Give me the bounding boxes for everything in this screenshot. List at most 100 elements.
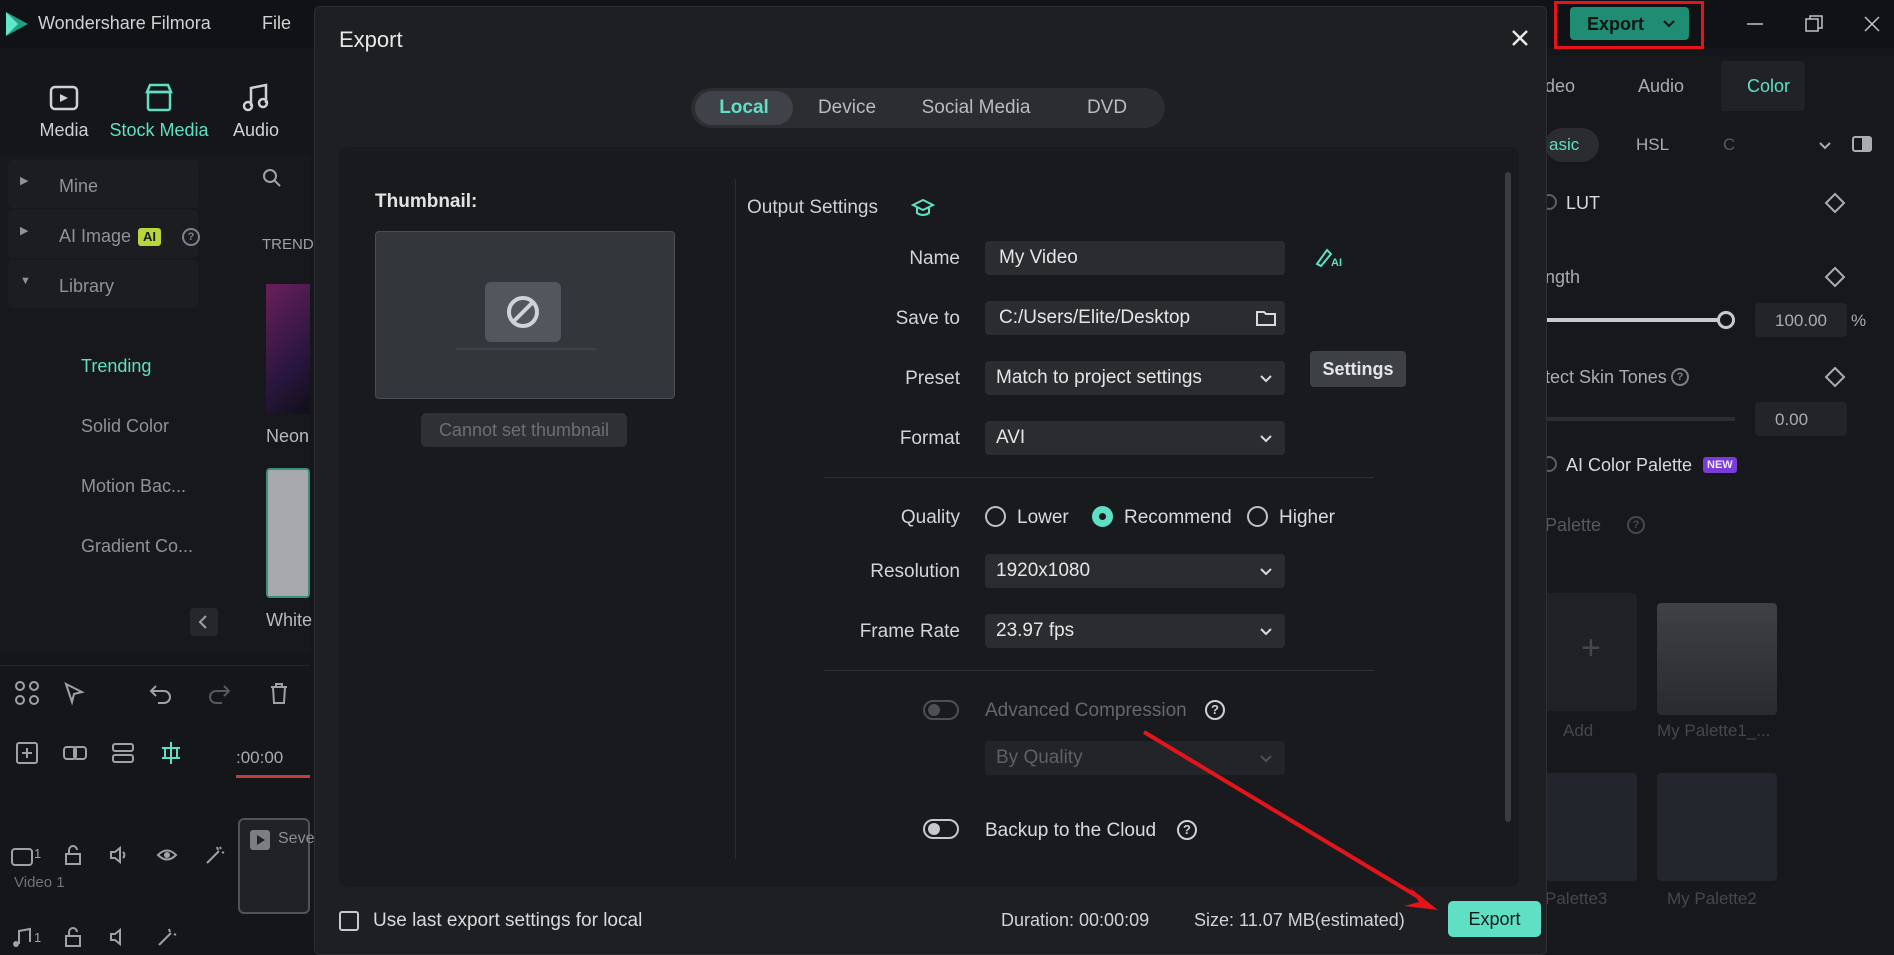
track-layout-icon[interactable]: [110, 740, 136, 766]
media-thumbnail-white[interactable]: [266, 468, 310, 598]
use-last-settings-checkbox[interactable]: [339, 911, 359, 931]
library-item-motion-backgrounds[interactable]: Motion Bac...: [81, 476, 186, 497]
volume-icon[interactable]: [108, 844, 130, 866]
library-item-gradient-color[interactable]: Gradient Co...: [81, 536, 193, 557]
help-icon[interactable]: ?: [182, 228, 200, 246]
subtab-basic[interactable]: asic: [1549, 135, 1579, 155]
format-select[interactable]: AVI: [985, 421, 1285, 455]
restore-icon[interactable]: [1802, 13, 1826, 35]
library-item-mine[interactable]: Mine: [59, 176, 98, 197]
palette-thumbnail[interactable]: [1657, 773, 1777, 881]
palette-thumbnail[interactable]: [1545, 773, 1637, 881]
undo-icon[interactable]: [148, 680, 174, 706]
lock-icon[interactable]: [62, 844, 84, 866]
close-icon[interactable]: [1505, 23, 1535, 53]
help-icon[interactable]: ?: [1205, 700, 1225, 720]
minimize-icon[interactable]: [1743, 13, 1767, 35]
tab-dvd[interactable]: DVD: [1055, 88, 1159, 128]
settings-button[interactable]: Settings: [1310, 351, 1406, 387]
library-item-solid-color[interactable]: Solid Color: [81, 416, 169, 437]
save-to-input[interactable]: C:/Users/Elite/Desktop: [985, 301, 1285, 335]
library-row-bg: [8, 160, 198, 208]
ai-rename-icon[interactable]: AI: [1314, 246, 1344, 270]
add-palette-label: Add: [1563, 721, 1594, 740]
compare-view-icon[interactable]: [1851, 134, 1873, 154]
library-item-trending[interactable]: Trending: [81, 356, 151, 377]
add-track-icon[interactable]: [14, 740, 40, 766]
collapse-left-icon[interactable]: [190, 608, 218, 636]
palette-label: My Palette1_...: [1657, 721, 1771, 740]
help-icon[interactable]: ?: [1627, 516, 1645, 534]
eye-icon[interactable]: [156, 844, 178, 866]
keyframe-icon[interactable]: [1824, 192, 1846, 214]
timeline-clip[interactable]: Seve: [238, 818, 314, 914]
lock-icon[interactable]: [62, 926, 84, 948]
close-window-icon[interactable]: [1860, 13, 1884, 35]
top-export-button[interactable]: Export: [1570, 7, 1689, 40]
name-input[interactable]: My Video: [985, 241, 1285, 275]
keyframe-icon[interactable]: [1824, 266, 1846, 288]
link-icon[interactable]: [62, 740, 88, 766]
backup-cloud-toggle[interactable]: [923, 819, 959, 839]
strength-value: 100.00: [1775, 311, 1827, 330]
toggle-lut-icon[interactable]: [1545, 192, 1563, 212]
delete-icon[interactable]: [266, 680, 292, 706]
magic-wand-icon[interactable]: [204, 844, 226, 866]
compression-mode-select[interactable]: By Quality: [985, 741, 1285, 775]
skin-tone-slider[interactable]: [1545, 417, 1735, 421]
advanced-compression-toggle[interactable]: [923, 700, 959, 720]
name-label: Name: [909, 248, 960, 269]
tab-audio[interactable]: Audio: [226, 80, 286, 141]
snap-icon[interactable]: [158, 740, 184, 766]
tab-stock-media-label: Stock Media: [109, 120, 209, 140]
select-arrow-icon[interactable]: [62, 680, 88, 706]
tab-color[interactable]: Color: [1747, 76, 1790, 97]
preset-select[interactable]: Match to project settings: [985, 361, 1285, 395]
strength-slider[interactable]: [1545, 318, 1725, 322]
resolution-select[interactable]: 1920x1080: [985, 554, 1285, 588]
tab-device[interactable]: Device: [797, 88, 897, 128]
redo-icon[interactable]: [206, 680, 232, 706]
help-icon[interactable]: ?: [1177, 820, 1197, 840]
help-icon[interactable]: ?: [1671, 368, 1689, 386]
folder-icon[interactable]: [1255, 308, 1277, 328]
library-item-library[interactable]: Library: [59, 276, 114, 297]
export-button[interactable]: Export: [1448, 901, 1541, 937]
media-label-white: White: [266, 610, 313, 630]
media-thumbnail-neon[interactable]: [266, 284, 310, 414]
grid-icon[interactable]: [14, 680, 40, 706]
palette-thumbnail[interactable]: [1657, 603, 1777, 715]
add-palette-button[interactable]: +: [1545, 593, 1637, 711]
menu-file[interactable]: File: [262, 13, 291, 34]
chevron-down-icon[interactable]: [1817, 137, 1833, 153]
keyframe-icon[interactable]: [1824, 366, 1846, 388]
subtab-hsl[interactable]: HSL: [1636, 135, 1669, 155]
tab-stock-media[interactable]: Stock Media: [108, 80, 210, 141]
tab-video[interactable]: deo: [1545, 76, 1575, 97]
toggle-palette-icon[interactable]: [1545, 454, 1563, 474]
volume-icon[interactable]: [108, 926, 130, 948]
chevron-right-icon[interactable]: ▶: [20, 174, 28, 187]
tab-local[interactable]: Local: [695, 91, 793, 125]
subtab-c[interactable]: C: [1723, 135, 1735, 155]
chevron-right-icon[interactable]: ▶: [20, 224, 28, 237]
frame-rate-label: Frame Rate: [859, 621, 960, 642]
search-icon[interactable]: [262, 168, 282, 188]
magic-wand-icon[interactable]: [156, 926, 178, 948]
tab-media-label: Media: [39, 120, 89, 140]
tab-audio-props[interactable]: Audio: [1638, 76, 1684, 97]
graduation-cap-icon[interactable]: [911, 197, 935, 219]
chevron-down-icon[interactable]: ▼: [20, 275, 31, 287]
tab-media[interactable]: Media: [34, 80, 94, 141]
strength-slider-handle[interactable]: [1717, 311, 1735, 329]
timeline-progress: [236, 775, 310, 778]
frame-rate-select[interactable]: 23.97 fps: [985, 614, 1285, 648]
dialog-scrollbar[interactable]: [1505, 172, 1511, 822]
library-item-ai-image[interactable]: AI Image: [59, 226, 131, 247]
resolution-value: 1920x1080: [996, 560, 1091, 581]
size-text: Size: 11.07 MB(estimated): [1194, 910, 1405, 930]
tab-social-media[interactable]: Social Media: [901, 88, 1051, 128]
media-nav: Media Stock Media Audio: [0, 62, 310, 152]
cannot-set-thumbnail-button[interactable]: Cannot set thumbnail: [421, 413, 627, 447]
chevron-down-icon[interactable]: [1662, 13, 1676, 33]
